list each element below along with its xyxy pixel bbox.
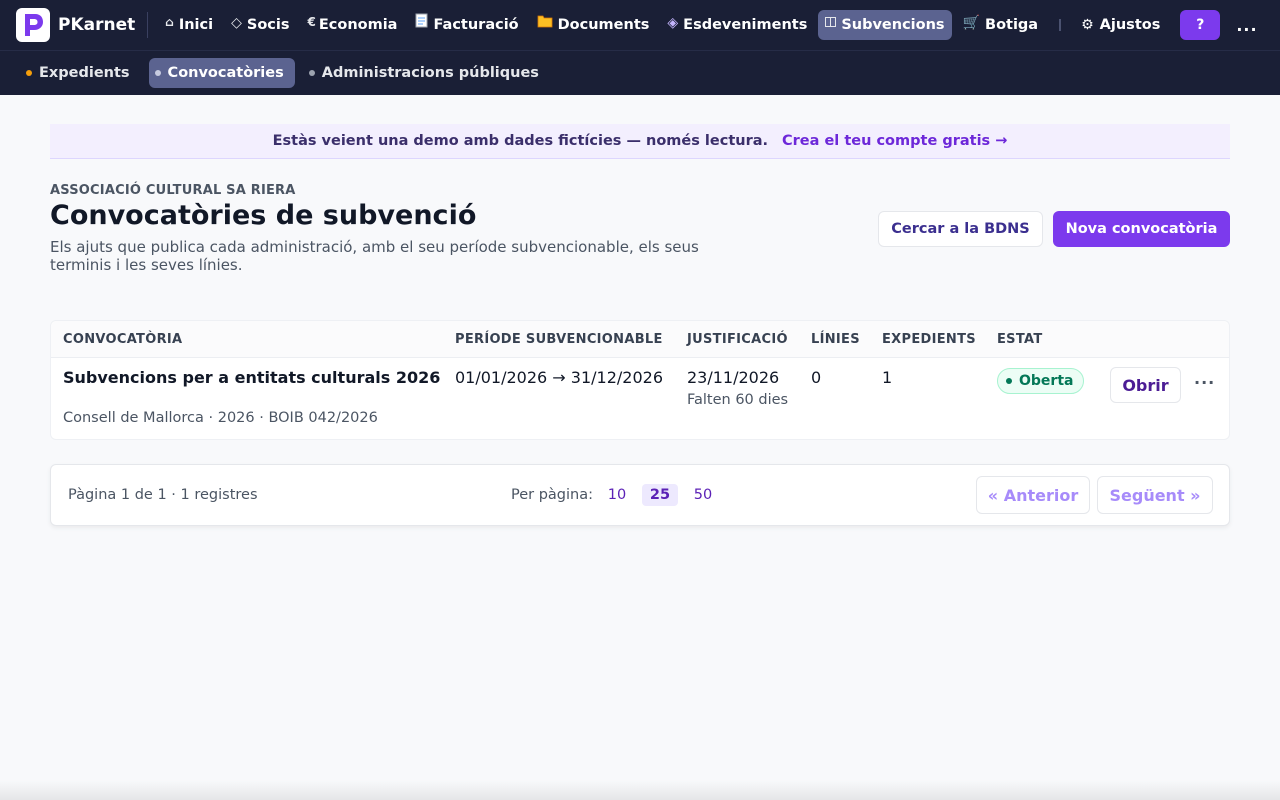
sub-navigation: Expedients Convocatòries Administracions… [0, 50, 1280, 95]
nav-item-label: Inici [178, 17, 214, 33]
justification-date: 23/11/2026 [687, 368, 780, 387]
nav-item-label: Documents [557, 17, 650, 33]
nav-item-documents[interactable]: Documents [530, 10, 657, 40]
per-page-label: Per pàgina: [511, 487, 594, 503]
call-meta: Consell de Mallorca · 2026 · BOIB 042/20… [63, 410, 378, 426]
nav-item-subvencions[interactable]: Subvencions [818, 10, 952, 40]
previous-page-button[interactable]: « Anterior [976, 476, 1090, 514]
demo-banner: Estàs veient una demo amb dades fictície… [50, 124, 1230, 159]
diamond-dot-icon: ◈ [667, 15, 679, 31]
call-title[interactable]: Subvencions per a entitats culturals 202… [63, 368, 443, 387]
status-badge: Oberta [997, 368, 1085, 394]
new-call-button[interactable]: Nova convocatòria [1053, 211, 1230, 247]
nav-item-label: Subvencions [841, 17, 945, 33]
logo-icon [16, 8, 50, 42]
dot-icon [26, 70, 32, 76]
column-header-justification[interactable]: JUSTIFICACIÓ [687, 332, 788, 347]
justification-remaining: Falten 60 dies [687, 392, 789, 408]
cart-icon: 🛒 [962, 15, 981, 31]
status-dot-icon [1006, 378, 1012, 384]
nav-item-label: Facturació [433, 17, 519, 33]
subnav-item-convocatories[interactable]: Convocatòries [148, 58, 295, 88]
pagination-info: Pàgina 1 de 1 · 1 registres [68, 487, 258, 503]
nav-item-facturacio[interactable]: Facturació [408, 10, 525, 40]
nav-item-economia[interactable]: € Economia [301, 10, 405, 40]
column-header-files[interactable]: EXPEDIENTS [882, 332, 976, 347]
subnav-item-label: Administracions públiques [321, 65, 539, 81]
nav-item-socis[interactable]: ◇ Socis [224, 10, 296, 40]
row-more-icon[interactable]: ··· [1194, 373, 1215, 392]
page-size-50[interactable]: 50 [687, 484, 719, 506]
brand[interactable]: PKarnet [16, 8, 135, 42]
settings-label: Ajustos [1099, 17, 1161, 33]
book-icon [825, 16, 837, 30]
diamond-icon: ◇ [231, 15, 242, 31]
pagination: Pàgina 1 de 1 · 1 registres Per pàgina: … [50, 464, 1230, 526]
calls-table: CONVOCATÒRIA PERÍODE SUBVENCIONABLE JUST… [50, 320, 1230, 440]
lines-count: 0 [811, 368, 822, 387]
nav-item-botiga[interactable]: 🛒 Botiga [956, 10, 1046, 40]
settings-link[interactable]: ⚙ Ajustos [1081, 17, 1160, 33]
column-header-period[interactable]: PERÍODE SUBVENCIONABLE [455, 332, 663, 347]
open-button[interactable]: Obrir [1110, 367, 1181, 403]
organization-name: ASSOCIACIÓ CULTURAL SA RIERA [50, 183, 296, 198]
app-name: PKarnet [58, 15, 136, 35]
subnav-item-label: Expedients [39, 65, 130, 81]
search-bdns-button[interactable]: Cercar a la BDNS [878, 211, 1043, 247]
nav-item-esdeveniments[interactable]: ◈ Esdeveniments [660, 10, 814, 40]
call-period: 01/01/2026 → 31/12/2026 [455, 368, 664, 387]
nav-divider [1059, 19, 1062, 31]
column-header-call[interactable]: CONVOCATÒRIA [63, 332, 182, 347]
nav-item-label: Economia [318, 17, 398, 33]
page-subtitle: Els ajuts que publica cada administració… [50, 238, 699, 274]
dot-icon [154, 70, 161, 76]
files-count: 1 [882, 368, 893, 387]
receipt-icon [415, 13, 428, 31]
page-size-10[interactable]: 10 [601, 484, 633, 506]
folder-icon [537, 14, 553, 31]
subnav-item-label: Convocatòries [167, 65, 284, 81]
nav-item-label: Esdeveniments [683, 17, 808, 33]
more-menu-button[interactable]: ... [1236, 16, 1257, 35]
nav-item-label: Socis [246, 17, 290, 33]
page-title: Convocatòries de subvenció [50, 200, 477, 231]
table-header: CONVOCATÒRIA PERÍODE SUBVENCIONABLE JUST… [51, 321, 1229, 358]
dot-icon [308, 70, 315, 76]
help-button[interactable]: ? [1180, 10, 1221, 40]
bottom-shadow [0, 780, 1280, 800]
column-header-status[interactable]: ESTAT [997, 332, 1043, 347]
status-label: Oberta [1019, 373, 1074, 389]
gear-icon: ⚙ [1081, 17, 1094, 33]
nav-separator [147, 12, 149, 38]
home-icon: ⌂ [165, 15, 174, 29]
next-page-button[interactable]: Següent » [1097, 476, 1213, 514]
euro-icon: € [307, 15, 316, 29]
demo-banner-text: Estàs veient una demo amb dades fictície… [272, 133, 769, 149]
nav-item-label: Botiga [985, 17, 1039, 33]
nav-item-inici[interactable]: ⌂ Inici [158, 10, 220, 40]
subnav-item-administracions[interactable]: Administracions públiques [303, 58, 550, 88]
top-navigation: PKarnet ⌂ Inici ◇ Socis € Economia Factu… [0, 0, 1280, 50]
column-header-lines[interactable]: LÍNIES [811, 332, 860, 347]
page-size-25[interactable]: 25 [642, 484, 678, 506]
create-account-link[interactable]: Crea el teu compte gratis → [782, 133, 1007, 149]
subnav-item-expedients[interactable]: Expedients [20, 58, 141, 88]
